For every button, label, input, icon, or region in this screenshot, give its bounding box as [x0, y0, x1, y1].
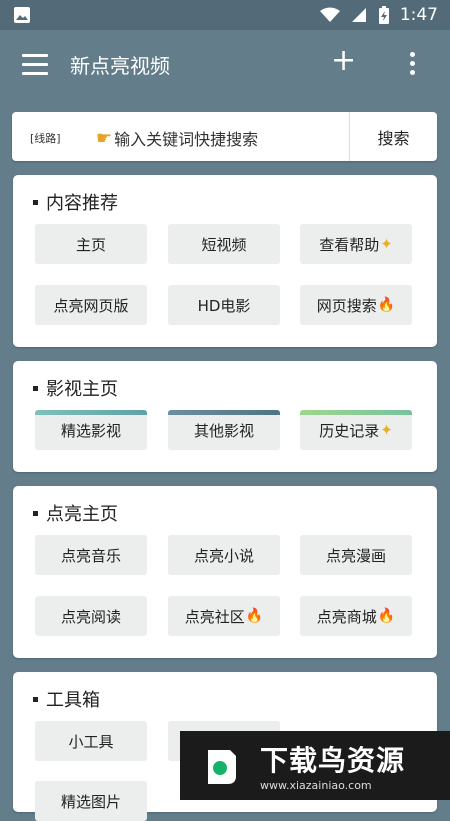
status-time: 1:47	[399, 5, 438, 25]
tile-web-search[interactable]: 网页搜索 🔥	[300, 285, 412, 325]
tile-pictures[interactable]: 精选图片	[35, 781, 147, 821]
section-title: 内容推荐	[33, 189, 118, 215]
status-bar: 1:47	[0, 0, 450, 30]
section-dianliang: 点亮主页 点亮音乐 点亮小说 点亮漫画 点亮阅读 点亮社区 🔥 点亮商城 🔥	[13, 486, 437, 658]
tile-short-video[interactable]: 短视频	[168, 224, 280, 264]
tile-reading[interactable]: 点亮阅读	[35, 596, 147, 636]
menu-icon[interactable]	[22, 54, 48, 76]
app-bar: 新点亮视频 +	[0, 30, 450, 100]
section-title: 工具箱	[33, 686, 100, 712]
tile-mall[interactable]: 点亮商城 🔥	[300, 596, 412, 636]
image-icon	[14, 7, 30, 23]
fire-icon: 🔥	[245, 608, 264, 624]
sparkle-icon: ✦	[380, 235, 393, 253]
search-bar: [线路] ☛ 输入关键词快捷搜索 搜索	[12, 112, 437, 161]
search-button[interactable]: 搜索	[350, 112, 437, 161]
plus-icon[interactable]: +	[331, 46, 356, 76]
watermark-banner: 下载鸟资源 www.xiazainiao.com	[180, 731, 450, 800]
route-selector[interactable]: [线路]	[30, 130, 61, 146]
search-input[interactable]: ☛ 输入关键词快捷搜索	[96, 126, 258, 150]
tile-home[interactable]: 主页	[35, 224, 147, 264]
battery-icon	[378, 6, 389, 24]
tile-music[interactable]: 点亮音乐	[35, 535, 147, 575]
tile-novel[interactable]: 点亮小说	[168, 535, 280, 575]
logo-icon	[198, 742, 246, 790]
tile-history[interactable]: 历史记录 ✦	[300, 410, 412, 450]
tile-hd-movie[interactable]: HD电影	[168, 285, 280, 325]
tile-help[interactable]: 查看帮助 ✦	[300, 224, 412, 264]
more-vert-icon[interactable]	[410, 52, 418, 79]
section-film: 影视主页 精选影视 其他影视 历史记录 ✦	[13, 361, 437, 472]
tile-comic[interactable]: 点亮漫画	[300, 535, 412, 575]
section-title: 点亮主页	[33, 500, 118, 526]
pointing-hand-icon: ☛	[96, 127, 113, 149]
fire-icon: 🔥	[377, 608, 396, 624]
section-title: 影视主页	[33, 375, 118, 401]
search-placeholder: 输入关键词快捷搜索	[114, 130, 259, 149]
tile-web-version[interactable]: 点亮网页版	[35, 285, 147, 325]
wifi-icon	[319, 7, 340, 22]
signal-icon	[351, 8, 366, 22]
tile-other-film[interactable]: 其他影视	[168, 410, 280, 450]
sparkle-icon: ✦	[380, 421, 393, 439]
watermark-title: 下载鸟资源	[260, 744, 406, 777]
page-title: 新点亮视频	[70, 54, 170, 78]
fire-icon: 🔥	[377, 297, 396, 313]
section-content-recommend: 内容推荐 主页 短视频 查看帮助 ✦ 点亮网页版 HD电影 网页搜索 🔥	[13, 175, 437, 347]
watermark-url: www.xiazainiao.com	[260, 779, 372, 792]
tile-tools[interactable]: 小工具	[35, 721, 147, 761]
tile-featured-film[interactable]: 精选影视	[35, 410, 147, 450]
tile-community[interactable]: 点亮社区 🔥	[168, 596, 280, 636]
